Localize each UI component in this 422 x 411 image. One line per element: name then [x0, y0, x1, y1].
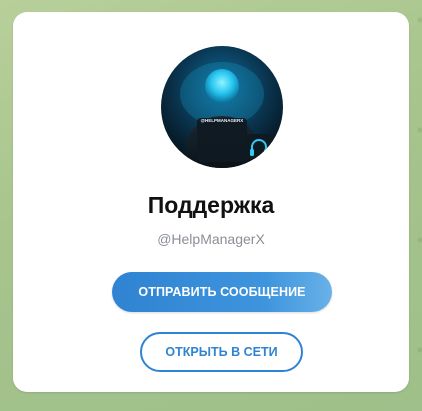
profile-card: @HELPMANAGERX Поддержка @HelpManagerX ОТ… [13, 12, 409, 392]
send-message-label: ОТПРАВИТЬ СООБЩЕНИЕ [138, 285, 306, 299]
send-message-button[interactable]: ОТПРАВИТЬ СООБЩЕНИЕ [112, 272, 332, 312]
profile-name: Поддержка [147, 192, 275, 218]
avatar-image: @HELPMANAGERX [180, 62, 273, 168]
profile-username[interactable]: @HelpManagerX [13, 231, 409, 247]
open-web-label: ОТКРЫТЬ В СЕТИ [165, 345, 278, 359]
avatar-caption: @HELPMANAGERX [201, 118, 244, 123]
avatar: @HELPMANAGERX [161, 46, 283, 168]
laptop-shape [197, 118, 247, 162]
open-web-button[interactable]: ОТКРЫТЬ В СЕТИ [140, 332, 303, 372]
avatar-head-shape [205, 69, 239, 103]
